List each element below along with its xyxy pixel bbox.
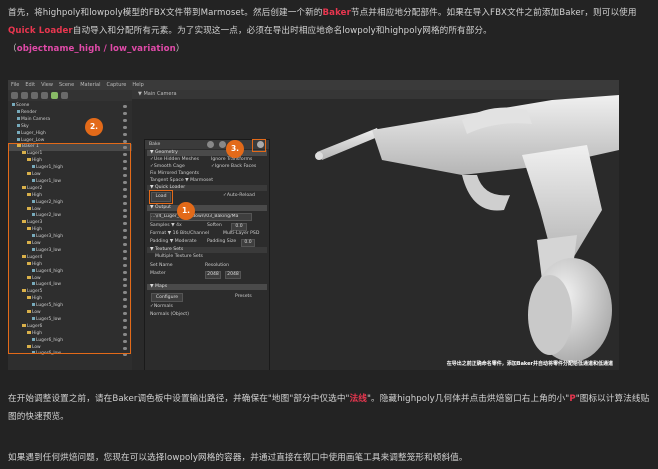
tree-item-label: Luger_Low xyxy=(21,137,45,143)
menu-bar: File Edit View Scene Material Capture Help xyxy=(8,80,619,90)
master-set: Master xyxy=(150,271,166,276)
tree-item-label: Luger_High xyxy=(21,130,46,136)
marmoset-screenshot: File Edit View Scene Material Capture Help Sce… xyxy=(8,80,619,370)
resolution-header: Resolution xyxy=(205,263,230,268)
highlight-box-p-icon xyxy=(252,139,266,152)
visibility-icon[interactable] xyxy=(123,125,127,129)
tree-item[interactable]: Luger_High xyxy=(8,130,132,137)
new-icon[interactable] xyxy=(11,92,18,99)
menu-item-help[interactable]: Help xyxy=(132,82,143,88)
visibility-icon[interactable] xyxy=(123,132,127,136)
light-icon[interactable] xyxy=(31,92,38,99)
menu-item-view[interactable]: View xyxy=(41,82,53,88)
menu-item-file[interactable]: File xyxy=(11,82,19,88)
naming-convention: objectname_high / low_variation xyxy=(16,44,176,54)
use-hidden-meshes[interactable]: ✓Use Hidden Meshes xyxy=(150,157,199,163)
object-icon xyxy=(17,130,20,134)
menu-item-capture[interactable]: Capture xyxy=(107,82,127,88)
quick-loader-highlight: Quick Loader xyxy=(8,26,73,36)
badge-3: 3. xyxy=(226,140,244,158)
visibility-icon[interactable] xyxy=(123,111,127,115)
tangent-space[interactable]: Tangent Space ▼ Marmoset xyxy=(150,178,213,184)
object-icon xyxy=(17,109,20,113)
badge-2: 2. xyxy=(85,118,103,136)
output-path[interactable]: ...\/4_Luger_Breakdown/03_Baking/Ma xyxy=(150,213,252,221)
auto-reload[interactable]: ✓Auto-Reload xyxy=(223,193,255,199)
output-section[interactable]: ▼ Output xyxy=(147,205,267,211)
set-name-header: Set Name xyxy=(150,263,173,268)
geometry-section[interactable]: ▼ Geometry xyxy=(147,150,267,156)
object-icon xyxy=(17,123,20,127)
object-icon xyxy=(12,103,15,106)
padding-size-value[interactable]: 0.0 xyxy=(241,239,255,247)
res-height[interactable]: 2048 xyxy=(225,271,241,279)
soften-value[interactable]: 0.0 xyxy=(231,223,247,231)
highlight-box-tree xyxy=(8,143,131,354)
multi-layer-psd[interactable]: Multi-Layer PSD xyxy=(223,231,259,237)
ignore-back-faces[interactable]: ✓Ignore Back Faces xyxy=(211,164,256,170)
padding[interactable]: Padding ▼ Moderate xyxy=(150,239,197,245)
tree-item[interactable]: Sky xyxy=(8,123,132,130)
normals-map[interactable]: ✓Normals xyxy=(150,304,173,310)
tree-item[interactable]: Render xyxy=(8,109,132,116)
tree-item[interactable]: Main Camera xyxy=(8,116,132,123)
baker-icon[interactable] xyxy=(51,92,58,99)
baker-highlight: Baker xyxy=(322,8,351,18)
maps-section[interactable]: ▼ Maps xyxy=(147,284,267,290)
bake-icon[interactable] xyxy=(207,141,214,148)
texture-sets-section[interactable]: ▼ Texture Sets xyxy=(147,247,267,253)
highlight-box-load xyxy=(149,190,173,204)
visibility-icon[interactable] xyxy=(123,105,127,108)
settings-icon[interactable] xyxy=(219,141,226,148)
screenshot-caption: 在导出之前正确命名零件，添加Baker并自动将零件分配给低通道和低通道 xyxy=(446,361,613,367)
tree-item-label: Sky xyxy=(21,123,29,129)
menu-item-edit[interactable]: Edit xyxy=(25,82,35,88)
menu-item-material[interactable]: Material xyxy=(80,82,100,88)
configure-button[interactable]: Configure xyxy=(151,293,183,302)
soften-label: Soften xyxy=(207,223,222,228)
baker-panel: Bake ▼ Geometry ✓Use Hidden Meshes Ignor… xyxy=(144,139,270,370)
badge-1: 1. xyxy=(177,202,195,220)
object-icon xyxy=(17,137,20,141)
intro-paragraph: 首先，将highpoly和lowpoly模型的FBX文件带到Marmoset。然… xyxy=(8,8,637,54)
res-width[interactable]: 2048 xyxy=(205,271,221,279)
object-icon xyxy=(17,116,20,120)
normals-object-map[interactable]: Normals (Object) xyxy=(150,312,189,318)
format[interactable]: Format ▼ 16 Bits/Channel xyxy=(150,231,209,237)
normal-highlight: 法线 xyxy=(349,394,367,404)
smooth-cage[interactable]: ✓Smooth Cage xyxy=(150,164,185,170)
mesh-icon[interactable] xyxy=(41,92,48,99)
settings-paragraph: 在开始调整设置之前，请在Baker调色板中设置输出路径，并确保在"地图"部分中仅… xyxy=(8,394,650,422)
visibility-icon[interactable] xyxy=(123,118,127,122)
padding-size-label: Padding Size xyxy=(207,239,237,244)
menu-item-scene[interactable]: Scene xyxy=(59,82,74,88)
scene-toolbar xyxy=(8,90,132,101)
ignore-transforms[interactable]: Ignore Transforms xyxy=(211,157,252,163)
presets[interactable]: Presets xyxy=(235,294,252,300)
tree-item-label: Scene xyxy=(16,103,30,108)
delete-icon[interactable] xyxy=(61,92,68,99)
camera-icon[interactable] xyxy=(21,92,28,99)
tree-item[interactable]: Scene xyxy=(8,103,132,109)
fix-mirrored-tangents[interactable]: Fix Mirrored Tangents xyxy=(150,171,199,177)
tree-item-label: Main Camera xyxy=(21,116,51,122)
samples[interactable]: Samples ▼ 4x xyxy=(150,223,182,229)
tree-item-label: Render xyxy=(21,109,37,115)
multiple-texture-sets[interactable]: Multiple Texture Sets xyxy=(155,254,203,260)
troubleshoot-paragraph: 如果遇到任何烘焙问题，您现在可以选择lowpoly网格的容器，并通过直接在视口中… xyxy=(8,453,468,463)
